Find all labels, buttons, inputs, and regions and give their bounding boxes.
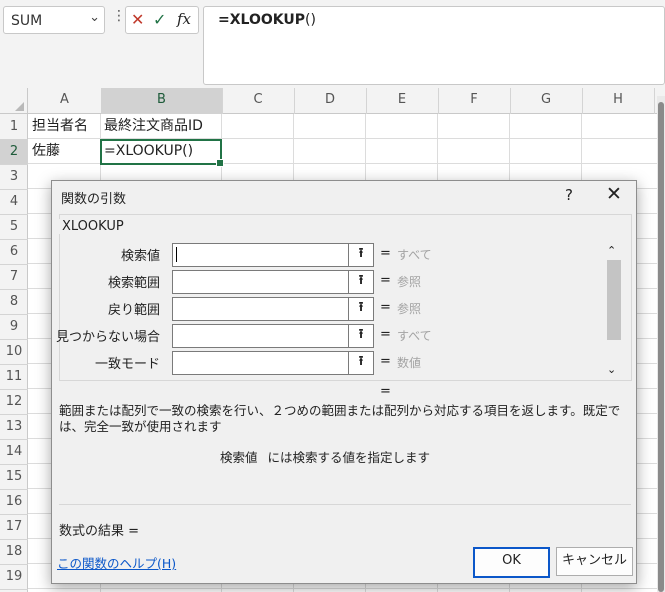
row-header[interactable]: 5 (0, 214, 28, 240)
insert-function-icon[interactable]: fx (177, 10, 191, 28)
scrollbar-thumb[interactable] (607, 260, 621, 340)
row-header[interactable]: 13 (0, 414, 28, 440)
argument-row: 検索範囲 ⭱ = 参照 (52, 270, 612, 294)
row-header[interactable]: 4 (0, 189, 28, 215)
argument-value-hint: すべて (397, 248, 432, 262)
argument-name: 検索値 (220, 450, 258, 465)
equals-sign: = (380, 354, 391, 369)
equals-sign: = (380, 300, 391, 315)
argument-label: 戻り範囲 (107, 303, 160, 318)
result-equals: = (380, 384, 391, 399)
fill-handle[interactable] (216, 159, 224, 167)
function-arguments-dialog: 関数の引数 ? ✕ XLOOKUP 検索値 ⭱ = すべて 検索範囲 ⭱ = 参… (51, 180, 637, 584)
active-cell-border (100, 139, 224, 167)
ok-button[interactable]: OK (473, 547, 550, 578)
dialog-title: 関数の引数 (61, 192, 127, 207)
row-header[interactable]: 6 (0, 239, 28, 265)
column-header-b[interactable]: B (101, 88, 223, 116)
argument-label: 見つからない場合 (55, 330, 160, 345)
cancel-icon[interactable]: ✕ (131, 10, 144, 29)
argument-value-hint: 数値 (397, 356, 422, 370)
formula-buttons: ✕ ✓ fx (125, 6, 199, 34)
function-description: 範囲または配列で一致の検索を行い、２つめの範囲または配列から対応する項目を返しま… (59, 403, 621, 434)
argument-value-hint: 参照 (397, 302, 422, 316)
argument-input-if-not-found[interactable] (172, 324, 350, 348)
scrollbar-thumb[interactable] (658, 102, 664, 592)
row-header[interactable]: 9 (0, 314, 28, 340)
argument-value-hint: 参照 (397, 275, 422, 289)
help-icon[interactable]: ? (565, 186, 573, 204)
argument-input-match-mode[interactable] (172, 351, 350, 375)
argument-input-lookup-value[interactable] (172, 243, 350, 267)
range-picker-icon[interactable]: ⭱ (348, 297, 374, 321)
column-header-f[interactable]: F (438, 88, 511, 114)
formula-result: 数式の結果 = (59, 524, 140, 539)
row-header[interactable]: 19 (0, 564, 28, 590)
equals-sign: = (380, 273, 391, 288)
row-header[interactable]: 17 (0, 514, 28, 540)
row-header[interactable]: 8 (0, 289, 28, 315)
function-help-link[interactable]: この関数のヘルプ(H) (57, 553, 176, 572)
column-header-g[interactable]: G (510, 88, 583, 114)
row-headers: 1 2 3 4 5 6 7 8 9 10 11 12 13 14 15 16 1… (0, 114, 30, 592)
vertical-scrollbar[interactable] (657, 96, 665, 592)
enter-icon[interactable]: ✓ (153, 10, 166, 29)
equals-sign: = (380, 327, 391, 342)
close-icon[interactable]: ✕ (606, 183, 622, 205)
argument-row: 見つからない場合 ⭱ = すべて (52, 324, 612, 348)
argument-label: 一致モード (94, 357, 160, 372)
chevron-down-icon[interactable]: ⌄ (607, 363, 616, 376)
argument-label: 検索範囲 (107, 276, 160, 291)
arguments-scrollbar[interactable]: ⌃ ⌄ (605, 244, 622, 376)
argument-row: 検索値 ⭱ = すべて (52, 243, 612, 267)
select-all-corner[interactable] (0, 88, 28, 114)
range-picker-icon[interactable]: ⭱ (348, 324, 374, 348)
row-header[interactable]: 1 (0, 114, 28, 140)
argument-input-return-array[interactable] (172, 297, 350, 321)
formula-parens: () (304, 12, 316, 28)
row-header[interactable]: 7 (0, 264, 28, 290)
row-header[interactable]: 16 (0, 489, 28, 515)
argument-label: 検索値 (120, 249, 160, 264)
row-header[interactable]: 14 (0, 439, 28, 465)
row-header[interactable]: 10 (0, 339, 28, 365)
formula-function-name: =XLOOKUP (218, 12, 305, 28)
cancel-button[interactable]: キャンセル (556, 547, 633, 576)
chevron-down-icon[interactable]: ⌄ (89, 10, 100, 25)
formula-input[interactable]: =XLOOKUP() (203, 6, 665, 85)
cell-a1[interactable]: 担当者名 (28, 114, 88, 139)
row-header[interactable]: 2 (0, 139, 30, 165)
range-picker-icon[interactable]: ⭱ (348, 270, 374, 294)
argument-description: 検索値 には検索する値を指定します (220, 447, 430, 466)
chevron-up-icon[interactable]: ⌃ (607, 244, 616, 257)
argument-value-hint: すべて (397, 329, 432, 343)
column-header-e[interactable]: E (366, 88, 439, 114)
row-header[interactable]: 12 (0, 389, 28, 415)
row-header[interactable]: 15 (0, 464, 28, 490)
column-headers: A B C D E F G H (0, 88, 665, 116)
range-picker-icon[interactable]: ⭱ (348, 243, 374, 267)
argument-row: 一致モード ⭱ = 数値 (52, 351, 612, 375)
column-header-d[interactable]: D (294, 88, 367, 114)
name-box-value: SUM (11, 13, 43, 29)
cell-b1[interactable]: 最終注文商品ID (100, 114, 203, 139)
name-box[interactable]: SUM ⌄ (3, 6, 105, 34)
row-header[interactable]: 18 (0, 539, 28, 565)
row-header[interactable]: 11 (0, 364, 28, 390)
cell-a2[interactable]: 佐藤 (28, 139, 60, 164)
column-header-h[interactable]: H (582, 88, 655, 114)
column-header-c[interactable]: C (222, 88, 295, 114)
argument-input-lookup-array[interactable] (172, 270, 350, 294)
more-options-icon[interactable]: ⋮ (112, 8, 126, 24)
argument-help-text: には検索する値を指定します (267, 450, 431, 465)
argument-row: 戻り範囲 ⭱ = 参照 (52, 297, 612, 321)
row-header[interactable]: 3 (0, 164, 28, 190)
range-picker-icon[interactable]: ⭱ (348, 351, 374, 375)
function-name-label: XLOOKUP (59, 219, 127, 234)
divider (59, 504, 631, 505)
equals-sign: = (380, 246, 391, 261)
column-header-a[interactable]: A (28, 88, 102, 114)
